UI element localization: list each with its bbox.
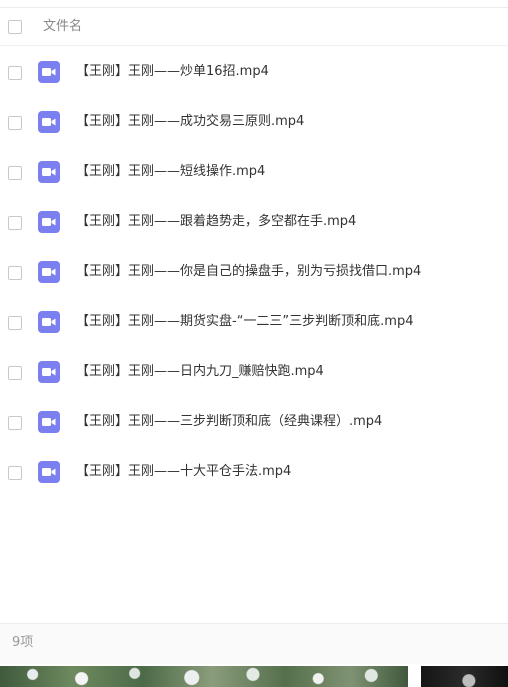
file-name[interactable]: 【王刚】王刚——短线操作.mp4 <box>76 162 265 182</box>
video-file-icon <box>38 211 60 233</box>
background-photo-thumbnail <box>0 666 408 687</box>
file-list-header: 文件名 <box>0 8 508 46</box>
file-checkbox[interactable] <box>8 116 22 130</box>
file-name[interactable]: 【王刚】王刚——期货实盘-“一二三”三步判断顶和底.mp4 <box>76 312 413 332</box>
file-checkbox[interactable] <box>8 66 22 80</box>
file-row[interactable]: 【王刚】王刚——炒单16招.mp4 <box>0 48 508 98</box>
file-checkbox[interactable] <box>8 316 22 330</box>
file-row[interactable]: 【王刚】王刚——你是自己的操盘手，别为亏损找借口.mp4 <box>0 248 508 298</box>
file-name[interactable]: 【王刚】王刚——你是自己的操盘手，别为亏损找借口.mp4 <box>76 262 421 282</box>
file-checkbox[interactable] <box>8 466 22 480</box>
background-photo-thumbnail-dark <box>421 666 508 687</box>
file-row[interactable]: 【王刚】王刚——三步判断顶和底（经典课程）.mp4 <box>0 398 508 448</box>
file-checkbox[interactable] <box>8 266 22 280</box>
file-row[interactable]: 【王刚】王刚——成功交易三原则.mp4 <box>0 98 508 148</box>
file-name[interactable]: 【王刚】王刚——成功交易三原则.mp4 <box>76 112 304 132</box>
top-divider <box>0 0 508 8</box>
item-count: 9项 <box>12 635 34 650</box>
video-file-icon <box>38 261 60 283</box>
file-name[interactable]: 【王刚】王刚——三步判断顶和底（经典课程）.mp4 <box>76 412 382 432</box>
video-file-icon <box>38 161 60 183</box>
column-header-filename[interactable]: 文件名 <box>43 18 82 36</box>
file-checkbox[interactable] <box>8 416 22 430</box>
file-row[interactable]: 【王刚】王刚——短线操作.mp4 <box>0 148 508 198</box>
video-file-icon <box>38 61 60 83</box>
video-file-icon <box>38 461 60 483</box>
select-all-checkbox[interactable] <box>8 20 22 34</box>
status-bar: 9项 <box>0 624 508 664</box>
video-file-icon <box>38 361 60 383</box>
file-row[interactable]: 【王刚】王刚——十大平仓手法.mp4 <box>0 448 508 498</box>
file-list: 【王刚】王刚——炒单16招.mp4 【王刚】王刚——成功交易三原则.mp4 【王… <box>0 48 508 498</box>
file-name[interactable]: 【王刚】王刚——十大平仓手法.mp4 <box>76 462 291 482</box>
video-file-icon <box>38 311 60 333</box>
file-row[interactable]: 【王刚】王刚——期货实盘-“一二三”三步判断顶和底.mp4 <box>0 298 508 348</box>
video-file-icon <box>38 111 60 133</box>
file-row[interactable]: 【王刚】王刚——日内九刀_赚赔快跑.mp4 <box>0 348 508 398</box>
file-checkbox[interactable] <box>8 366 22 380</box>
file-name[interactable]: 【王刚】王刚——跟着趋势走，多空都在手.mp4 <box>76 212 356 232</box>
file-name[interactable]: 【王刚】王刚——炒单16招.mp4 <box>76 62 269 82</box>
file-checkbox[interactable] <box>8 216 22 230</box>
video-file-icon <box>38 411 60 433</box>
file-name[interactable]: 【王刚】王刚——日内九刀_赚赔快跑.mp4 <box>76 362 324 382</box>
file-row[interactable]: 【王刚】王刚——跟着趋势走，多空都在手.mp4 <box>0 198 508 248</box>
file-checkbox[interactable] <box>8 166 22 180</box>
bottom-thumbnail-strip <box>0 664 508 687</box>
